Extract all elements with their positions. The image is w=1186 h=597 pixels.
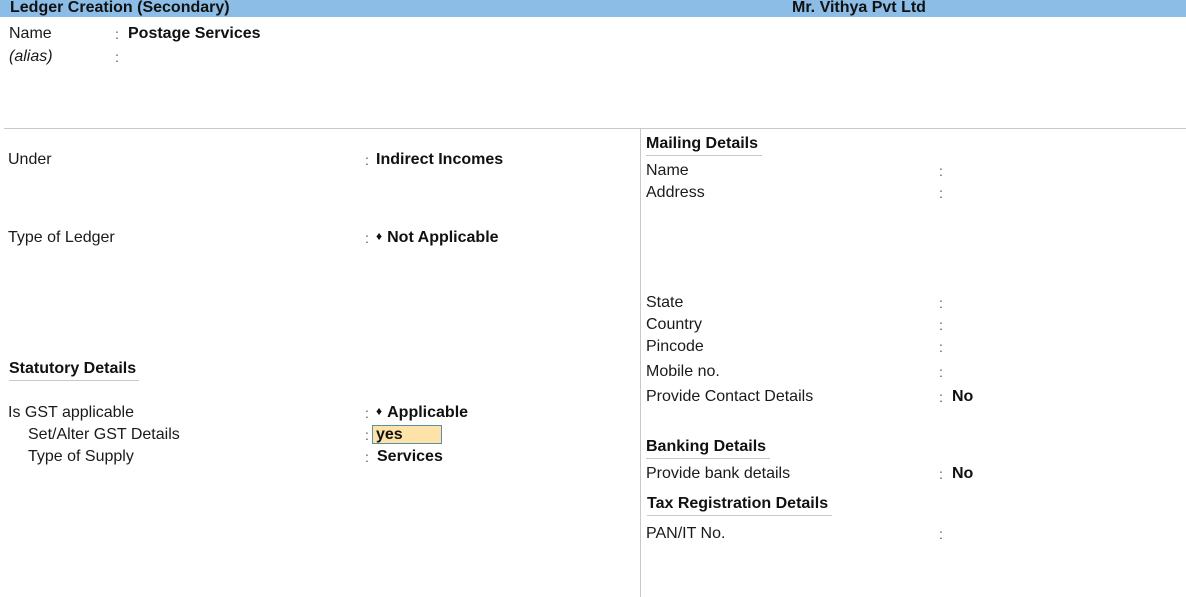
mailing-name-colon: : xyxy=(939,163,943,179)
set-alter-gst-label: Set/Alter GST Details xyxy=(28,426,180,443)
alias-label: (alias) xyxy=(9,48,53,65)
alias-colon: : xyxy=(115,49,119,65)
vertical-divider xyxy=(640,129,641,597)
type-of-supply-colon: : xyxy=(365,449,369,465)
type-of-ledger-field[interactable]: ♦ Not Applicable xyxy=(376,229,499,247)
contact-details-field[interactable]: No xyxy=(952,388,973,406)
gst-applicable-field[interactable]: ♦ Applicable xyxy=(376,404,468,422)
address-label: Address xyxy=(646,184,705,201)
diamond-icon: ♦ xyxy=(376,229,383,243)
country-label: Country xyxy=(646,316,703,333)
under-label: Under xyxy=(8,151,52,168)
bank-details-label: Provide bank details xyxy=(646,465,791,482)
mobile-label: Mobile no. xyxy=(646,363,720,380)
pan-colon: : xyxy=(939,526,943,542)
title-bar: Ledger Creation (Secondary) Mr. Vithya P… xyxy=(0,0,1186,17)
set-alter-gst-colon: : xyxy=(365,427,369,443)
contact-details-colon: : xyxy=(939,389,943,405)
mobile-colon: : xyxy=(939,364,943,380)
under-colon: : xyxy=(365,152,369,168)
pan-label: PAN/IT No. xyxy=(646,525,726,542)
state-colon: : xyxy=(939,295,943,311)
name-colon: : xyxy=(115,26,119,42)
country-colon: : xyxy=(939,317,943,333)
bank-details-field[interactable]: No xyxy=(952,465,973,483)
type-of-supply-field[interactable]: Services xyxy=(377,448,443,466)
mailing-name-label: Name xyxy=(646,162,689,179)
type-of-ledger-colon: : xyxy=(365,230,369,246)
type-of-ledger-label: Type of Ledger xyxy=(8,229,115,246)
contact-details-label: Provide Contact Details xyxy=(646,388,814,405)
gst-applicable-label: Is GST applicable xyxy=(8,404,134,421)
window-title: Ledger Creation (Secondary) xyxy=(10,0,230,16)
pincode-label: Pincode xyxy=(646,338,704,355)
statutory-details-heading: Statutory Details xyxy=(9,360,140,381)
gst-applicable-value: Applicable xyxy=(387,404,469,421)
address-colon: : xyxy=(939,185,943,201)
set-alter-gst-input[interactable]: yes xyxy=(372,425,442,444)
company-name: Mr. Vithya Pvt Ltd xyxy=(792,0,926,16)
under-field[interactable]: Indirect Incomes xyxy=(376,151,503,169)
state-label: State xyxy=(646,294,684,311)
tax-registration-heading: Tax Registration Details xyxy=(647,495,833,516)
bank-details-colon: : xyxy=(939,466,943,482)
name-label: Name xyxy=(9,25,52,42)
name-field[interactable]: Postage Services xyxy=(128,25,261,43)
banking-details-heading: Banking Details xyxy=(646,438,771,459)
type-of-ledger-value: Not Applicable xyxy=(387,229,499,246)
type-of-supply-label: Type of Supply xyxy=(28,448,134,465)
gst-applicable-colon: : xyxy=(365,405,369,421)
mailing-details-heading: Mailing Details xyxy=(646,135,763,156)
pincode-colon: : xyxy=(939,339,943,355)
horizontal-divider xyxy=(4,128,1186,129)
diamond-icon: ♦ xyxy=(376,404,383,418)
